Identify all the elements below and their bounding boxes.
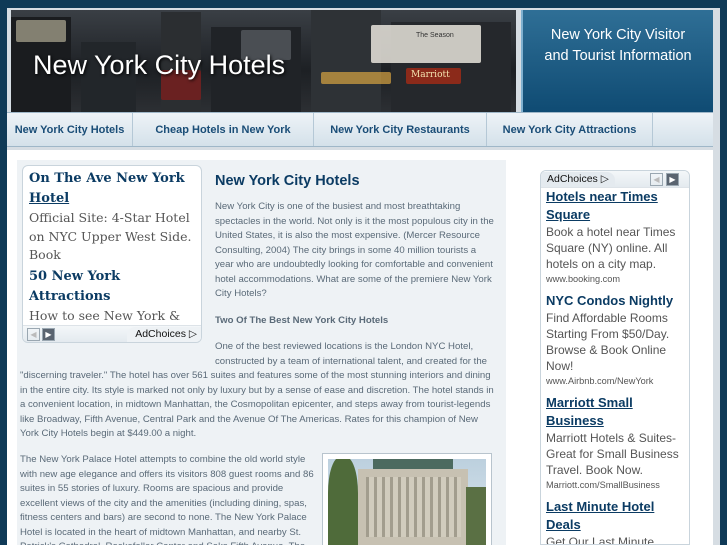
visitor-info-box[interactable]: New York City Visitor and Tourist Inform… [521, 10, 713, 112]
site-title[interactable]: New York City Hotels [33, 50, 285, 81]
right-ad-4-title[interactable]: Last Minute Hotel Deals [546, 498, 684, 534]
visitor-line-2: and Tourist Information [544, 48, 692, 64]
article-para1-top: One of the best reviewed locations is th… [215, 341, 487, 367]
nav-item-attractions[interactable]: New York City Attractions [487, 113, 653, 146]
adchoices-label: AdChoices [135, 328, 186, 340]
ad1-title-cont[interactable]: Hotel [29, 189, 195, 209]
right-ad-header: AdChoices ▷ ◀ ▶ [541, 171, 689, 188]
visitor-line-1: New York City Visitor [550, 27, 686, 43]
right-ad-1[interactable]: Hotels near Times Square Book a hotel ne… [541, 188, 689, 286]
article-para2: The New York Palace Hotel attempts to co… [20, 454, 314, 545]
right-ad-4[interactable]: Last Minute Hotel Deals Get Our Last Min… [541, 498, 689, 545]
article-intro: New York City is one of the busiest and … [215, 201, 494, 299]
right-ad-2[interactable]: NYC Condos Nightly Find Affordable Rooms… [541, 292, 689, 388]
right-ad-1-desc: Book a hotel near Times Square (NY) onli… [546, 225, 676, 271]
banner-sign-marriott: Marriott [411, 70, 450, 80]
right-ad-column: AdChoices ▷ ◀ ▶ Hotels near Times Square… [540, 170, 690, 545]
article-para1: "discerning traveler." The hotel has ove… [20, 370, 494, 439]
article-title: New York City Hotels [215, 173, 360, 189]
nav-item-restaurants[interactable]: New York City Restaurants [314, 113, 487, 146]
next-arrow-icon[interactable]: ▶ [42, 328, 55, 341]
right-ad-4-desc: Get Our Last Minute [546, 535, 655, 545]
right-ad-2-desc: Find Affordable Rooms Starting From $50/… [546, 311, 670, 373]
right-prev-arrow-icon[interactable]: ◀ [650, 173, 663, 186]
right-adchoices-label: AdChoices [547, 173, 598, 185]
adchoices-icon: ▷ [188, 328, 197, 340]
left-ad-box: On The Ave New York Hotel Official Site:… [22, 165, 202, 343]
ad-box-footer: ◀ ▶ AdChoices ▷ [23, 325, 201, 342]
right-ad-1-title[interactable]: Hotels near Times Square [546, 188, 684, 224]
ad2-title[interactable]: 50 New York Attractions [29, 267, 195, 307]
right-ad-1-url[interactable]: www.booking.com [546, 272, 684, 286]
right-ad-3-title[interactable]: Marriott Small Business [546, 394, 684, 430]
right-adchoices-icon: ▷ [600, 173, 609, 185]
hotel-photo [322, 453, 492, 545]
right-ad-2-url[interactable]: www.Airbnb.com/NewYork [546, 374, 684, 388]
main-column: On The Ave New York Hotel Official Site:… [17, 160, 506, 545]
ad1-body: Official Site: 4-Star Hotel on NYC Upper… [29, 210, 192, 262]
right-adchoices-link[interactable]: AdChoices ▷ [541, 172, 615, 187]
prev-arrow-icon[interactable]: ◀ [27, 328, 40, 341]
banner-sign-season: The Season [416, 32, 454, 39]
nav-item-new-york-city-hotels[interactable]: New York City Hotels [7, 113, 133, 146]
article-subtitle: Two Of The Best New York City Hotels [215, 315, 389, 326]
right-ad-2-title[interactable]: NYC Condos Nightly [546, 292, 684, 310]
main-nav: New York City Hotels Cheap Hotels in New… [7, 112, 713, 147]
right-ad-3-desc: Marriott Hotels & Suites- Great for Smal… [546, 431, 679, 477]
right-ad-3[interactable]: Marriott Small Business Marriott Hotels … [541, 394, 689, 492]
right-next-arrow-icon[interactable]: ▶ [666, 173, 679, 186]
header-banner-image: The Season Marriott New York City Hotels [11, 10, 516, 112]
nav-item-empty [653, 113, 711, 146]
nav-item-cheap-hotels[interactable]: Cheap Hotels in New York [133, 113, 314, 146]
right-ad-3-url[interactable]: Marriott.com/SmallBusiness [546, 478, 684, 492]
ad1-title[interactable]: On The Ave New York [29, 169, 195, 189]
adchoices-link[interactable]: AdChoices ▷ [127, 327, 201, 342]
